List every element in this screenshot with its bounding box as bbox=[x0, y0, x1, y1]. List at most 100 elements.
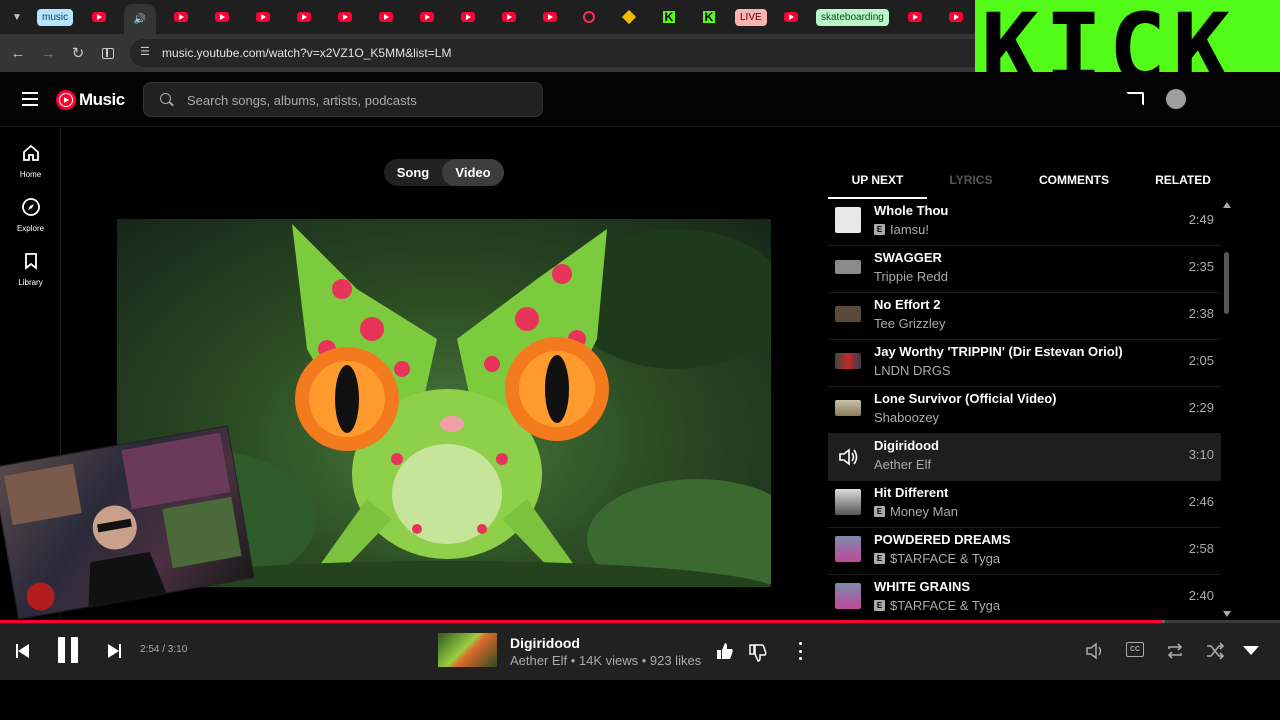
queue-item[interactable]: No Effort 2 Tee Grizzley 2:38 bbox=[828, 293, 1221, 340]
ytmusic-logo-text: Music bbox=[79, 90, 125, 109]
repeat-icon[interactable] bbox=[1165, 641, 1185, 661]
previous-track-icon[interactable] bbox=[12, 641, 32, 661]
queue-item-artist[interactable]: $TARFACE & Tyga bbox=[890, 598, 1000, 613]
toggle-video[interactable]: Video bbox=[442, 159, 504, 186]
queue-item-artist[interactable]: Shaboozey bbox=[874, 410, 939, 425]
tab-active-audio[interactable]: 🔊 bbox=[124, 4, 156, 34]
queue-scrollbar[interactable] bbox=[1223, 200, 1231, 620]
split-view-icon[interactable] bbox=[98, 43, 118, 63]
queue-item-artist[interactable]: Trippie Redd bbox=[874, 269, 948, 284]
thumbs-up-icon[interactable] bbox=[715, 641, 735, 661]
shuffle-icon[interactable] bbox=[1205, 641, 1225, 661]
ytmusic-logo-icon bbox=[56, 90, 76, 110]
tab-youtube[interactable] bbox=[295, 6, 313, 28]
avatar[interactable] bbox=[1166, 89, 1186, 109]
queue-item[interactable]: SWAGGER Trippie Redd 2:35 bbox=[828, 246, 1221, 293]
tab-youtube[interactable] bbox=[213, 6, 231, 28]
cast-icon[interactable] bbox=[1126, 92, 1144, 106]
youtube-favicon-icon bbox=[543, 12, 557, 22]
now-playing-thumbnail[interactable] bbox=[438, 633, 497, 667]
tab-up-next[interactable]: UP NEXT bbox=[828, 165, 927, 199]
forward-arrow-icon[interactable]: → bbox=[38, 43, 58, 63]
tab-skateboarding[interactable]: skateboarding bbox=[816, 6, 889, 28]
captions-icon[interactable]: CC bbox=[1126, 642, 1144, 657]
tab-youtube[interactable] bbox=[906, 6, 924, 28]
queue-item[interactable]: Whole Thou E Iamsu! 2:49 bbox=[828, 199, 1221, 246]
queue-item-title: Hit Different bbox=[874, 485, 949, 500]
tab-binance[interactable] bbox=[621, 6, 637, 28]
scroll-down-arrow-icon[interactable] bbox=[1223, 611, 1231, 617]
queue-thumbnail bbox=[835, 400, 861, 416]
tab-youtube[interactable] bbox=[500, 6, 518, 28]
queue-item[interactable]: Lone Survivor (Official Video) Shaboozey… bbox=[828, 387, 1221, 434]
youtube-favicon-icon bbox=[502, 12, 516, 22]
queue-item-title: Digiridood bbox=[874, 438, 939, 453]
queue-item[interactable]: WHITE GRAINS E $TARFACE & Tyga 2:40 bbox=[828, 575, 1221, 620]
tab-related[interactable]: RELATED bbox=[1138, 165, 1228, 199]
queue-item-duration: 2:29 bbox=[1188, 400, 1214, 415]
site-settings-icon[interactable]: ☰ bbox=[140, 45, 150, 58]
queue-item-title: POWDERED DREAMS bbox=[874, 532, 1011, 547]
queue-item-artist[interactable]: Iamsu! bbox=[890, 222, 929, 237]
tab-music[interactable]: music bbox=[37, 6, 74, 28]
thumbs-down-icon[interactable] bbox=[748, 643, 768, 663]
tab-youtube[interactable] bbox=[947, 6, 965, 28]
menu-hamburger-icon[interactable] bbox=[22, 92, 38, 106]
scroll-up-arrow-icon[interactable] bbox=[1223, 202, 1231, 208]
queue-item-artist-line: Aether Elf bbox=[874, 457, 931, 472]
tab-youtube[interactable] bbox=[90, 6, 108, 28]
youtube-favicon-icon bbox=[92, 12, 106, 22]
tab-youtube[interactable] bbox=[782, 6, 800, 28]
queue-item[interactable]: Jay Worthy 'TRIPPIN' (Dir Estevan Oriol)… bbox=[828, 340, 1221, 387]
tab-comments[interactable]: COMMENTS bbox=[1026, 165, 1122, 199]
expand-player-chevron-icon[interactable] bbox=[1242, 645, 1260, 655]
queue-item-artist[interactable]: $TARFACE & Tyga bbox=[890, 551, 1000, 566]
queue-item-title: Lone Survivor (Official Video) bbox=[874, 391, 1057, 406]
sidebar-item-library[interactable]: Library bbox=[0, 251, 61, 287]
toggle-song[interactable]: Song bbox=[384, 159, 442, 186]
url-text: music.youtube.com/watch?v=x2VZ1O_K5MM&li… bbox=[162, 46, 452, 60]
tab-chip-music: music bbox=[37, 8, 74, 26]
queue-item-artist[interactable]: Tee Grizzley bbox=[874, 316, 946, 331]
ytmusic-header: Music Search songs, albums, artists, pod… bbox=[0, 72, 1280, 127]
tab-record[interactable] bbox=[582, 6, 596, 28]
sidebar-item-explore[interactable]: Explore bbox=[0, 197, 61, 233]
pause-button[interactable] bbox=[54, 635, 82, 665]
tab-youtube[interactable] bbox=[336, 6, 354, 28]
queue-item-duration: 2:58 bbox=[1188, 541, 1214, 556]
queue-item-artist[interactable]: Aether Elf bbox=[874, 457, 931, 472]
tab-youtube[interactable] bbox=[254, 6, 272, 28]
tab-kick[interactable]: K bbox=[702, 6, 716, 28]
queue-thumbnail bbox=[835, 489, 861, 515]
queue-item-artist-line: E $TARFACE & Tyga bbox=[874, 598, 1000, 613]
volume-icon[interactable] bbox=[1085, 641, 1107, 661]
webcam-person-body bbox=[88, 551, 168, 609]
scrollbar-thumb[interactable] bbox=[1224, 252, 1229, 314]
queue-item[interactable]: Hit Different E Money Man 2:46 bbox=[828, 481, 1221, 528]
sidebar-item-home[interactable]: Home bbox=[0, 143, 61, 179]
tab-kick[interactable]: K bbox=[662, 6, 676, 28]
address-bar[interactable]: ☰ music.youtube.com/watch?v=x2VZ1O_K5MM&… bbox=[130, 39, 1010, 67]
now-playing-subtitle[interactable]: Aether Elf • 14K views • 923 likes bbox=[510, 653, 701, 668]
queue-item[interactable]: POWDERED DREAMS E $TARFACE & Tyga 2:58 bbox=[828, 528, 1221, 575]
queue-thumbnail bbox=[835, 583, 861, 609]
queue-item-artist[interactable]: Money Man bbox=[890, 504, 958, 519]
search-box[interactable]: Search songs, albums, artists, podcasts bbox=[143, 82, 543, 117]
now-playing-title[interactable]: Digiridood bbox=[510, 635, 580, 651]
tab-youtube[interactable] bbox=[418, 6, 436, 28]
tab-youtube[interactable] bbox=[459, 6, 477, 28]
speaker-icon: 🔊 bbox=[133, 13, 147, 25]
next-track-icon[interactable] bbox=[104, 641, 124, 661]
tab-search-chevron-icon[interactable]: ▼ bbox=[7, 7, 27, 27]
tab-youtube[interactable] bbox=[172, 6, 190, 28]
back-arrow-icon[interactable]: ← bbox=[8, 43, 28, 63]
queue-item-now-playing[interactable]: Digiridood Aether Elf 3:10 bbox=[828, 434, 1221, 481]
tab-live[interactable]: LIVE bbox=[735, 6, 767, 28]
tab-youtube[interactable] bbox=[377, 6, 395, 28]
body-spot bbox=[391, 453, 403, 465]
tab-youtube[interactable] bbox=[541, 6, 559, 28]
more-options-icon[interactable] bbox=[794, 642, 806, 660]
ytmusic-logo[interactable]: Music bbox=[56, 89, 125, 111]
queue-item-artist[interactable]: LNDN DRGS bbox=[874, 363, 951, 378]
reload-icon[interactable]: ↻ bbox=[68, 43, 88, 63]
